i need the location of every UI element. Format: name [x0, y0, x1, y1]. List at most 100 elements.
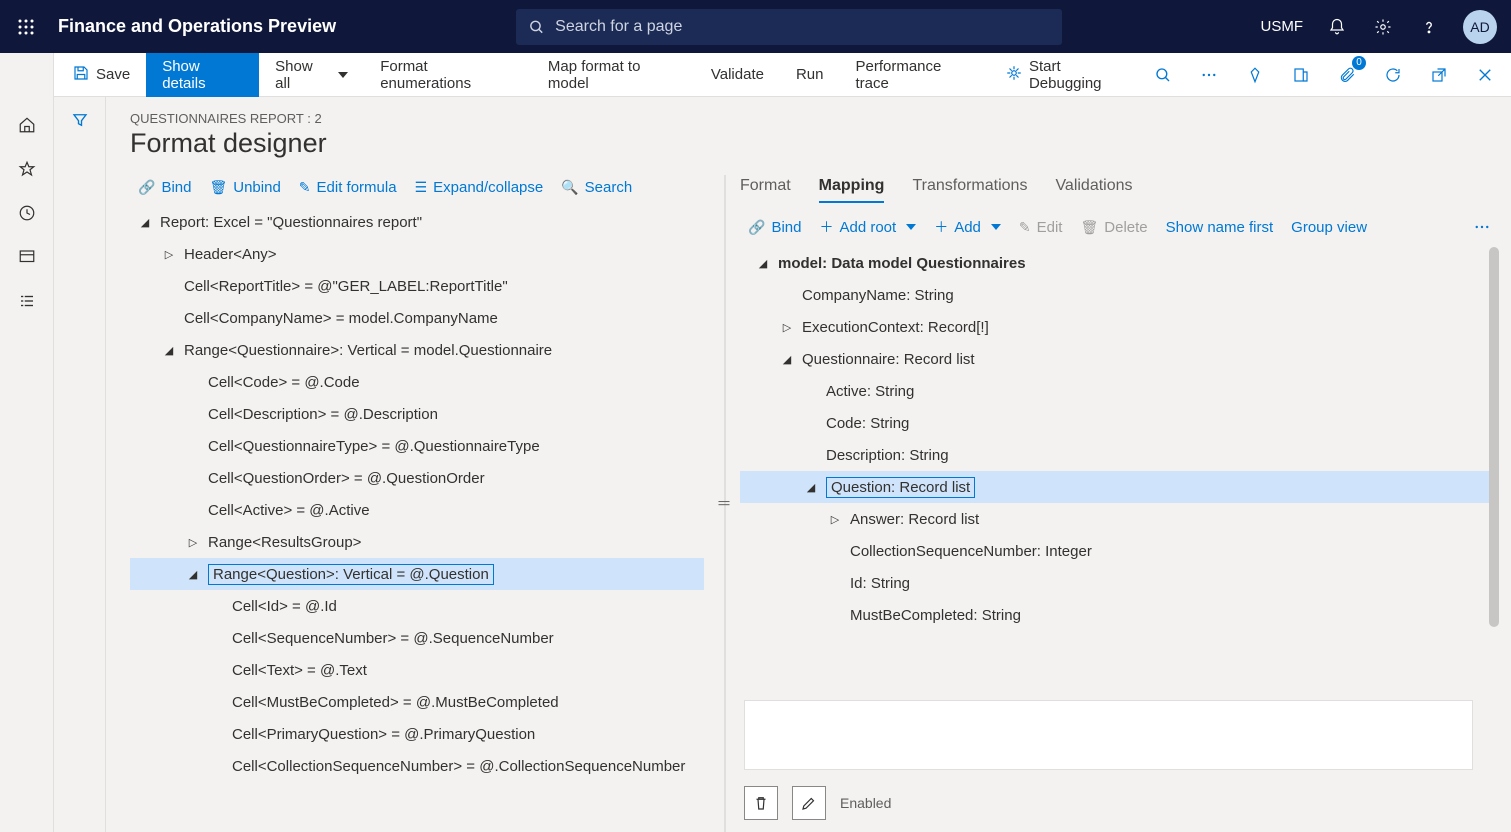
group-view-button[interactable]: Group view [1291, 219, 1367, 236]
tree-node[interactable]: ▷Range<ResultsGroup> [130, 526, 704, 558]
overflow-icon[interactable] [1193, 59, 1225, 91]
tree-node[interactable]: MustBeCompleted: String [740, 599, 1495, 631]
tree-node-label: ExecutionContext: Record[!] [802, 319, 989, 336]
expand-collapse-button[interactable]: ☰Expand/collapse [415, 179, 544, 196]
validate-button[interactable]: Validate [695, 53, 780, 97]
show-name-first-button[interactable]: Show name first [1166, 219, 1274, 236]
tree-node-label: Cell<SequenceNumber> = @.SequenceNumber [232, 630, 554, 647]
format-enum-button[interactable]: Format enumerations [364, 53, 532, 97]
tree-node[interactable]: Cell<QuestionnaireType> = @.Questionnair… [130, 430, 704, 462]
add-button[interactable]: ＋Add [934, 217, 1001, 237]
content: QUESTIONNAIRES REPORT : 2 Format designe… [106, 97, 1511, 832]
diamond-icon[interactable] [1239, 59, 1271, 91]
global-search[interactable] [516, 9, 1062, 45]
refresh-icon[interactable] [1377, 59, 1409, 91]
tree-node[interactable]: ◢Questionnaire: Record list [740, 343, 1495, 375]
cmdbar-search-icon[interactable] [1147, 59, 1179, 91]
footer-edit-icon[interactable] [792, 786, 826, 820]
search-input[interactable] [555, 18, 1050, 36]
office-icon[interactable] [1285, 59, 1317, 91]
tree-node[interactable]: Cell<Code> = @.Code [130, 366, 704, 398]
tree-node[interactable]: Active: String [740, 375, 1495, 407]
tree-node[interactable]: ▷ ExecutionContext: Record[!] [740, 311, 1495, 343]
tree-node[interactable]: Cell<CollectionSequenceNumber> = @.Colle… [130, 750, 704, 782]
page-title: Format designer [130, 128, 1511, 159]
gear-icon[interactable] [1371, 15, 1395, 39]
tree-node[interactable]: Cell<SequenceNumber> = @.SequenceNumber [130, 622, 704, 654]
caret-down-icon[interactable]: ◢ [804, 481, 818, 494]
tree-node[interactable]: Cell<QuestionOrder> = @.QuestionOrder [130, 462, 704, 494]
show-details-button[interactable]: Show details [146, 53, 259, 97]
start-debugging-button[interactable]: Start Debugging [989, 53, 1147, 97]
mapping-tree[interactable]: ◢model: Data model QuestionnairesCompany… [740, 247, 1501, 631]
close-icon[interactable] [1469, 59, 1501, 91]
star-icon[interactable] [15, 157, 39, 181]
show-all-button[interactable]: Show all [259, 53, 364, 97]
popout-icon[interactable] [1423, 59, 1455, 91]
chevron-down-icon [338, 72, 348, 78]
tree-node[interactable]: ◢model: Data model Questionnaires [740, 247, 1495, 279]
run-button[interactable]: Run [780, 53, 840, 97]
caret-right-icon[interactable]: ▷ [780, 321, 794, 334]
tree-node[interactable]: ◢Report: Excel = "Questionnaires report" [130, 206, 704, 238]
left-toolbar: 🔗Bind 🗑Unbind ✎Edit formula ☰Expand/coll… [130, 175, 710, 206]
add-root-button[interactable]: ＋Add root [819, 217, 916, 237]
tree-search-button[interactable]: 🔍Search [561, 179, 632, 196]
avatar[interactable]: AD [1463, 10, 1497, 44]
tree-node[interactable]: Description: String [740, 439, 1495, 471]
tree-node[interactable]: Cell<Id> = @.Id [130, 590, 704, 622]
caret-right-icon[interactable]: ▷ [828, 513, 842, 526]
bind-button-right[interactable]: 🔗Bind [748, 219, 801, 236]
home-icon[interactable] [15, 113, 39, 137]
performance-trace-button[interactable]: Performance trace [839, 53, 988, 97]
tab-format[interactable]: Format [740, 177, 791, 203]
tree-node[interactable]: Cell<Active> = @.Active [130, 494, 704, 526]
tree-node[interactable]: Cell<Text> = @.Text [130, 654, 704, 686]
filter-icon[interactable] [71, 111, 89, 832]
caret-down-icon[interactable]: ◢ [780, 353, 794, 366]
waffle-icon[interactable] [14, 15, 38, 39]
tree-node[interactable]: Cell<PrimaryQuestion> = @.PrimaryQuestio… [130, 718, 704, 750]
splitter[interactable]: || [710, 175, 740, 832]
tree-node[interactable]: ◢Question: Record list [740, 471, 1495, 503]
tree-node[interactable]: CompanyName: String [740, 279, 1495, 311]
plus-icon: ＋ [819, 217, 833, 237]
unbind-button[interactable]: 🗑Unbind [209, 179, 280, 196]
right-toolbar: 🔗Bind ＋Add root ＋Add ✎Edit 🗑Delete Show … [740, 213, 1501, 247]
attach-icon[interactable]: 0 [1331, 59, 1363, 91]
format-tree[interactable]: ◢Report: Excel = "Questionnaires report"… [130, 206, 710, 832]
bell-icon[interactable] [1325, 15, 1349, 39]
save-button[interactable]: Save [56, 53, 146, 97]
tab-transformations[interactable]: Transformations [912, 177, 1027, 203]
caret-down-icon[interactable]: ◢ [186, 568, 200, 581]
tree-node[interactable]: Cell<CompanyName> = model.CompanyName [130, 302, 704, 334]
modules-icon[interactable] [15, 289, 39, 313]
caret-right-icon[interactable]: ▷ [162, 248, 176, 261]
tree-node[interactable]: ◢Range<Questionnaire>: Vertical = model.… [130, 334, 704, 366]
edit-formula-button[interactable]: ✎Edit formula [299, 179, 397, 196]
recent-icon[interactable] [15, 201, 39, 225]
tree-node[interactable]: Id: String [740, 567, 1495, 599]
caret-down-icon[interactable]: ◢ [756, 257, 770, 270]
tree-node[interactable]: Code: String [740, 407, 1495, 439]
entity-badge[interactable]: USMF [1261, 18, 1304, 35]
tree-node[interactable]: Cell<Description> = @.Description [130, 398, 704, 430]
tab-mapping[interactable]: Mapping [819, 177, 885, 203]
workspace-icon[interactable] [15, 245, 39, 269]
tab-validations[interactable]: Validations [1055, 177, 1132, 203]
tree-node[interactable]: Cell<MustBeCompleted> = @.MustBeComplete… [130, 686, 704, 718]
tree-node[interactable]: ◢Range<Question>: Vertical = @.Question [130, 558, 704, 590]
right-overflow-icon[interactable] [1473, 218, 1501, 236]
bind-button[interactable]: 🔗Bind [138, 179, 191, 196]
caret-right-icon[interactable]: ▷ [186, 536, 200, 549]
caret-down-icon[interactable]: ◢ [138, 216, 152, 229]
tree-node[interactable]: Cell<ReportTitle> = @"GER_LABEL:ReportTi… [130, 270, 704, 302]
map-format-button[interactable]: Map format to model [532, 53, 695, 97]
caret-down-icon[interactable]: ◢ [162, 344, 176, 357]
tree-node[interactable]: ▷Answer: Record list [740, 503, 1495, 535]
footer-delete-icon[interactable] [744, 786, 778, 820]
help-icon[interactable] [1417, 15, 1441, 39]
tree-node[interactable]: CollectionSequenceNumber: Integer [740, 535, 1495, 567]
tree-node[interactable]: ▷Header<Any> [130, 238, 704, 270]
scrollbar[interactable] [1489, 247, 1499, 627]
